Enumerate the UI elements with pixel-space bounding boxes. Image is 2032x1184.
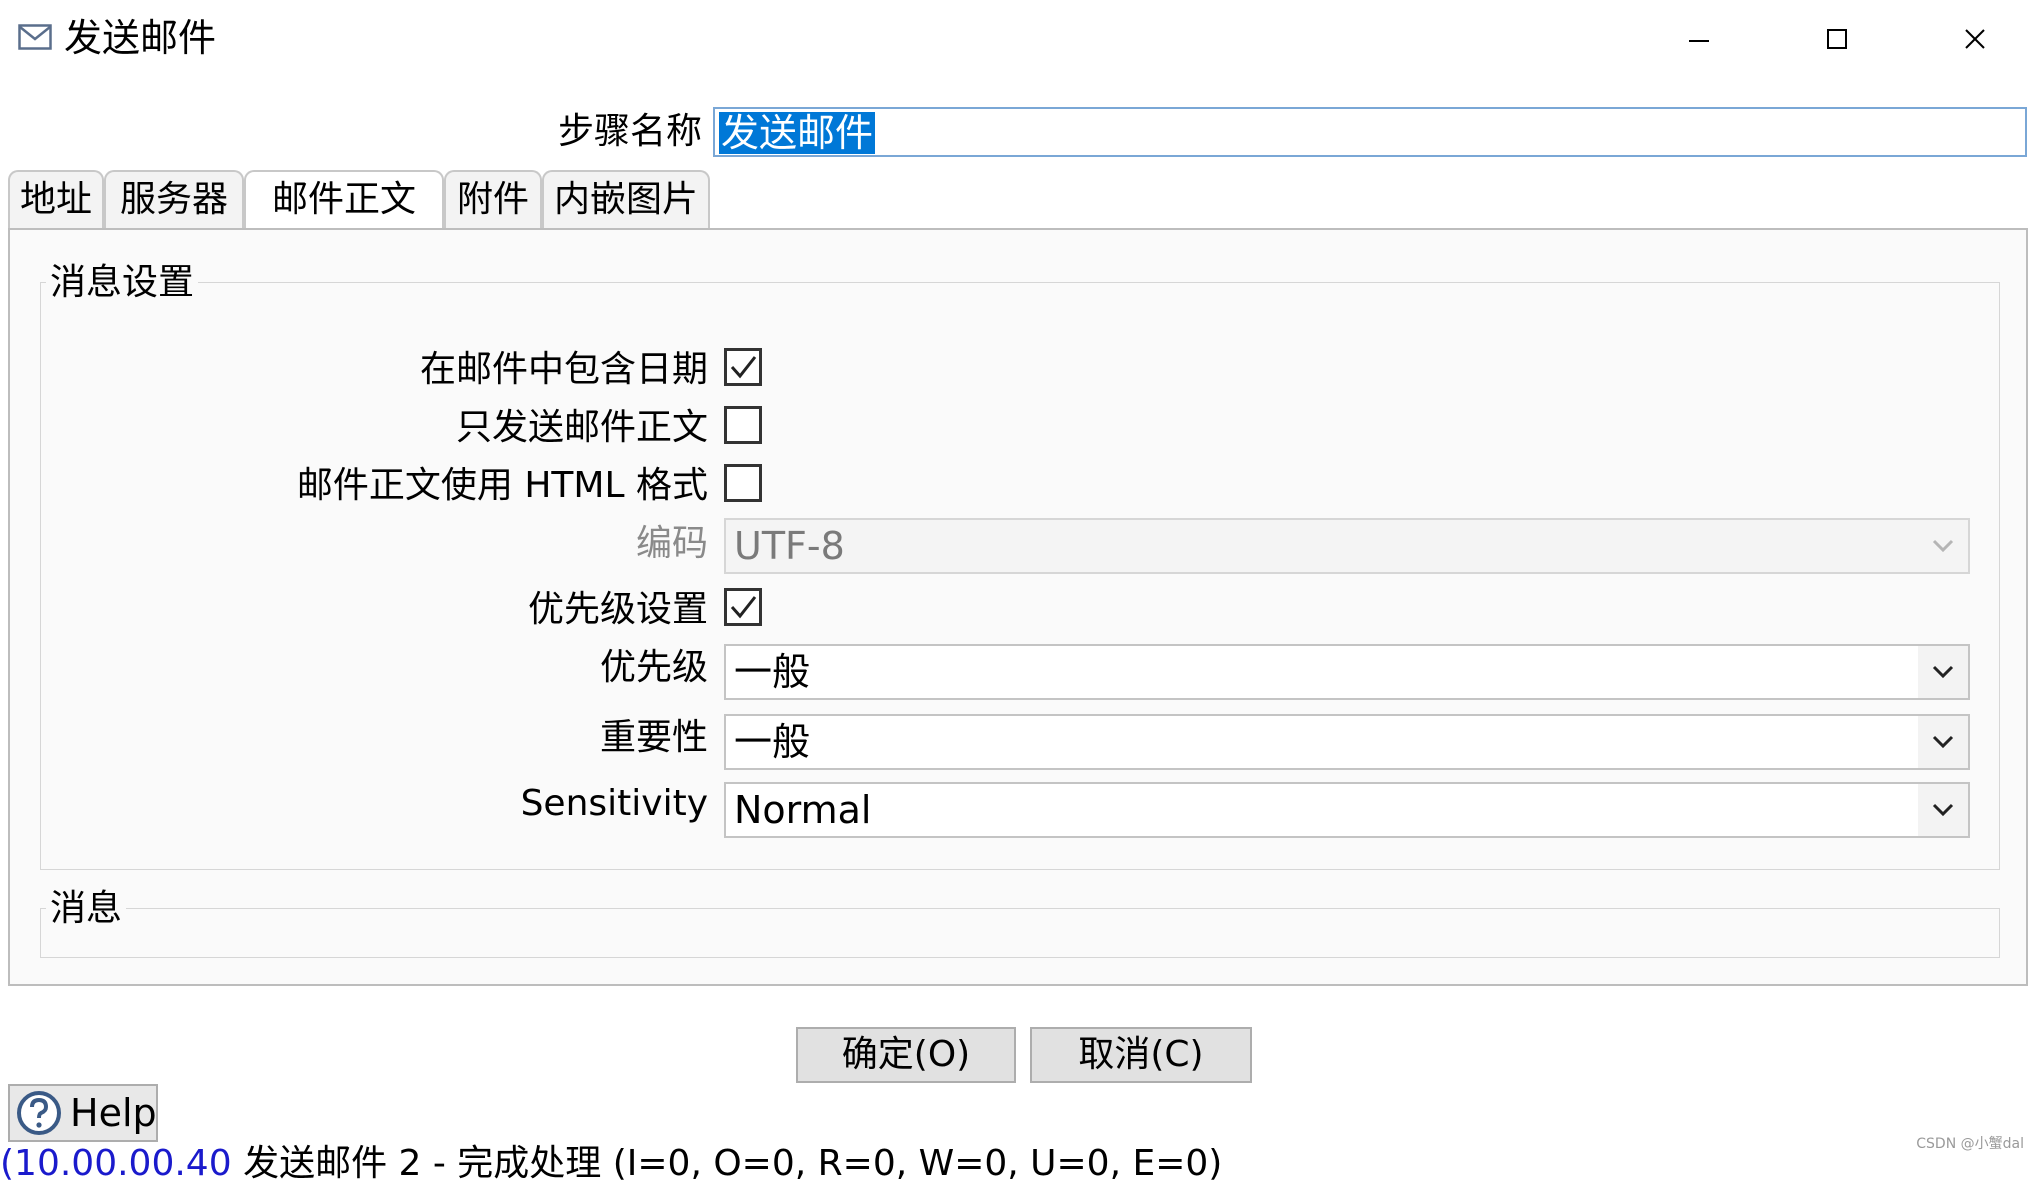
priority-settings-checkbox[interactable] (724, 588, 762, 626)
message-group-title: 消息 (46, 886, 127, 932)
maximize-icon (1827, 29, 1847, 49)
encoding-select[interactable]: UTF-8 (724, 518, 1970, 574)
title-bar: 发送邮件 (0, 0, 2032, 78)
only-body-checkbox[interactable] (724, 406, 762, 444)
tab-label: 内嵌图片 (553, 179, 698, 220)
help-label: Help (70, 1091, 157, 1135)
checkmark-icon (730, 356, 757, 379)
tab-panel-mail-body: 消息设置 在邮件中包含日期 只发送邮件正文 邮件正文使用 HTML 格式 编码 … (8, 228, 2028, 986)
html-format-checkbox[interactable] (724, 464, 762, 502)
message-group (40, 908, 2000, 958)
step-name-input[interactable]: 发送邮件 (713, 107, 2027, 157)
chevron-down-icon (1918, 784, 1968, 836)
chevron-down-icon (1918, 520, 1968, 572)
ok-button[interactable]: 确定(O) (796, 1027, 1016, 1083)
step-name-value: 发送邮件 (719, 111, 876, 155)
mail-envelope-icon (18, 24, 52, 50)
tab-label: 邮件正文 (271, 179, 416, 220)
log-time: (10.00.00.40 (0, 1143, 232, 1184)
help-icon (17, 1091, 61, 1135)
chevron-down-icon (1918, 646, 1968, 698)
watermark: CSDN @小蟹dal (1916, 1136, 2024, 1152)
tab-server[interactable]: 服务器 (104, 170, 244, 228)
minimize-icon (1689, 40, 1709, 42)
chevron-down-icon (1918, 716, 1968, 768)
priority-label: 优先级 (599, 647, 708, 688)
tab-label: 地址 (19, 179, 92, 220)
sensitivity-label: Sensitivity (520, 783, 708, 824)
tab-attachments[interactable]: 附件 (444, 170, 542, 228)
include-date-checkbox[interactable] (724, 348, 762, 386)
include-date-label: 在邮件中包含日期 (419, 349, 708, 390)
priority-settings-label: 优先级设置 (527, 589, 708, 630)
importance-label: 重要性 (599, 717, 708, 758)
message-settings-title: 消息设置 (46, 260, 199, 306)
step-name-label: 步骤名称 (557, 111, 702, 152)
encoding-label: 编码 (635, 523, 708, 564)
log-text: 发送邮件 2 - 完成处理 (I=0, O=0, R=0, W=0, U=0, … (243, 1143, 1223, 1184)
tab-label: 服务器 (119, 179, 228, 220)
maximize-button[interactable] (1768, 0, 1906, 78)
close-button[interactable] (1906, 0, 2032, 78)
only-body-label: 只发送邮件正文 (455, 407, 708, 448)
priority-select[interactable]: 一般 (724, 644, 1970, 700)
window-title: 发送邮件 (64, 16, 217, 60)
cancel-button[interactable]: 取消(C) (1030, 1027, 1252, 1083)
close-icon (1965, 29, 1985, 49)
help-button[interactable]: Help (8, 1084, 158, 1142)
tab-mail-body[interactable]: 邮件正文 (244, 170, 444, 232)
log-line: (10.00.00.40 发送邮件 2 - 完成处理 (I=0, O=0, R=… (0, 1144, 1222, 1184)
checkmark-icon (730, 596, 757, 619)
encoding-value: UTF-8 (734, 524, 845, 568)
tab-strip: 地址 服务器 附件 内嵌图片 邮件正文 (8, 170, 2028, 232)
tab-address[interactable]: 地址 (8, 170, 104, 228)
tab-embedded-images[interactable]: 内嵌图片 (542, 170, 710, 228)
cancel-button-label: 取消(C) (1078, 1034, 1204, 1075)
priority-value: 一般 (734, 650, 811, 694)
tab-label: 附件 (456, 179, 529, 220)
html-format-label: 邮件正文使用 HTML 格式 (296, 465, 708, 506)
importance-select[interactable]: 一般 (724, 714, 1970, 770)
ok-button-label: 确定(O) (841, 1034, 971, 1075)
sensitivity-select[interactable]: Normal (724, 782, 1970, 838)
importance-value: 一般 (734, 720, 811, 764)
sensitivity-value: Normal (734, 788, 872, 832)
minimize-button[interactable] (1630, 0, 1768, 78)
